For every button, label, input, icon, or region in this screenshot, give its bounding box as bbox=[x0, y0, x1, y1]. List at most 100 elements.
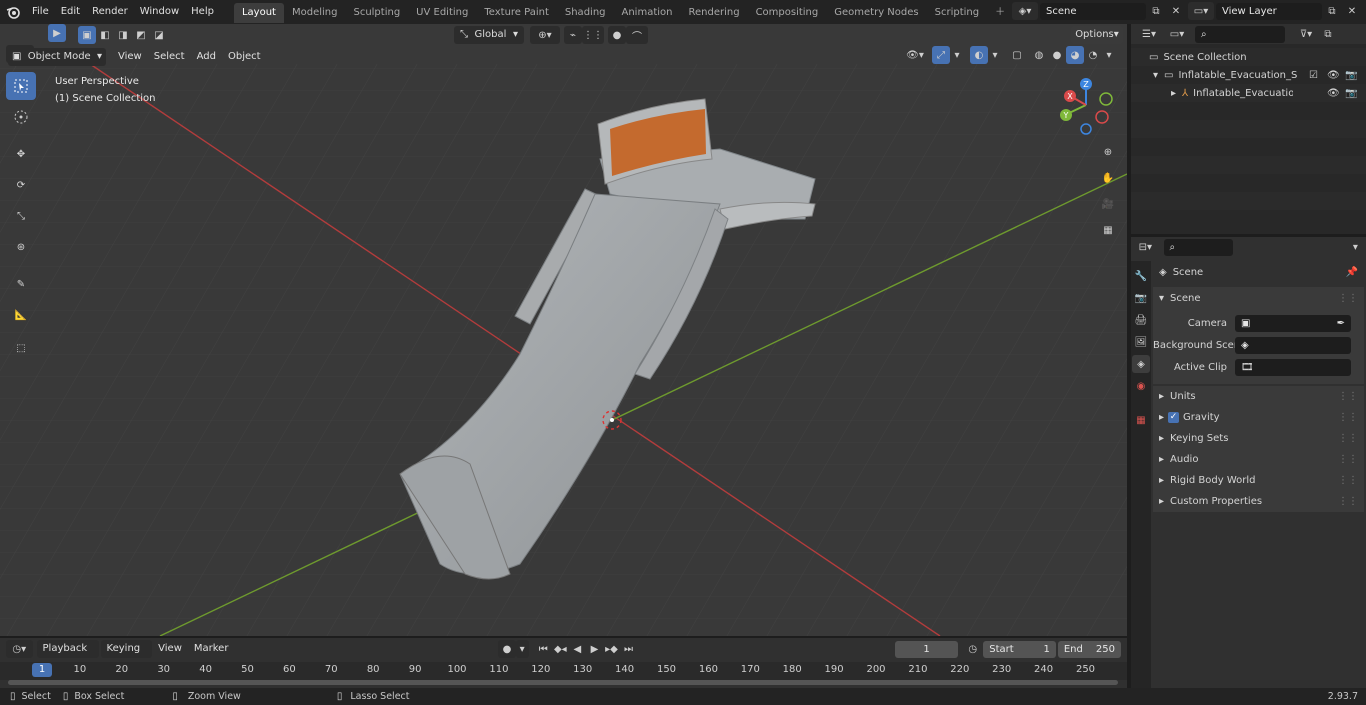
world-tab-icon[interactable]: ◉ bbox=[1132, 377, 1150, 395]
menu-file[interactable]: File bbox=[26, 1, 55, 23]
pivot-point-icon[interactable]: ⊕▾ bbox=[530, 26, 560, 44]
annotate-tool-icon[interactable]: ✎ bbox=[6, 270, 36, 298]
material-shading-icon[interactable]: ◕ bbox=[1066, 46, 1084, 64]
view-layer-icon[interactable]: ▭▾ bbox=[1188, 2, 1214, 20]
rendered-shading-icon[interactable]: ◔ bbox=[1084, 46, 1102, 64]
delete-view-layer-icon[interactable]: ✕ bbox=[1342, 2, 1362, 20]
mode-subtract-icon[interactable]: ◨ bbox=[114, 26, 132, 44]
snap-target-icon[interactable]: ⋮⋮ bbox=[582, 26, 604, 44]
orientation-dropdown[interactable]: ⤡ Global ▾ bbox=[454, 26, 524, 44]
preview-range-icon[interactable]: ◷ bbox=[964, 640, 981, 658]
cursor-tool-icon[interactable] bbox=[6, 103, 36, 131]
add-workspace-button[interactable]: ＋ bbox=[987, 3, 1013, 23]
zoom-icon[interactable]: ⊕ bbox=[1097, 141, 1119, 163]
transform-tool-icon[interactable]: ⊛ bbox=[6, 233, 36, 261]
scene-panel-header[interactable]: ▾ Scene ⋮⋮ bbox=[1153, 287, 1364, 309]
camera-view-icon[interactable]: 🎥 bbox=[1097, 193, 1119, 215]
render-camera-icon[interactable]: 📷 bbox=[1345, 70, 1357, 81]
visibility-eye-icon[interactable]: 👁 bbox=[1327, 70, 1340, 81]
scene-icon[interactable]: ◈▾ bbox=[1012, 2, 1038, 20]
camera-field[interactable]: ▣ ✒ bbox=[1235, 314, 1351, 332]
drag-handle-icon[interactable]: ⋮⋮ bbox=[1338, 293, 1358, 304]
properties-search-input[interactable]: ⌕ bbox=[1163, 238, 1233, 256]
gravity-panel-header[interactable]: ▸ ✓ Gravity ⋮⋮ bbox=[1153, 407, 1364, 428]
keyframe-type-icon[interactable]: ▾ bbox=[515, 640, 529, 658]
properties-editor-type-icon[interactable]: ⊟▾ bbox=[1135, 238, 1156, 256]
tab-compositing[interactable]: Compositing bbox=[748, 3, 827, 23]
tab-sculpting[interactable]: Sculpting bbox=[345, 3, 408, 23]
visibility-icon[interactable]: 👁▾ bbox=[900, 46, 930, 64]
marker-menu[interactable]: Marker bbox=[188, 638, 235, 660]
menu-render[interactable]: Render bbox=[86, 1, 134, 23]
3d-viewport[interactable]: ⤡Global▾ ⊕▾ ⌁ ⋮⋮ ● ⌒ Options▾ ⊞▾ ▶ ▣ ◧ ◨… bbox=[0, 24, 1127, 636]
viewport-menu-object[interactable]: Object bbox=[222, 46, 267, 68]
keying-menu[interactable]: Keying ▾ bbox=[100, 640, 153, 672]
gizmo-dropdown-icon[interactable]: ▾ bbox=[950, 46, 964, 64]
tab-layout[interactable]: Layout bbox=[233, 3, 284, 23]
include-checkbox-icon[interactable]: ☑ bbox=[1309, 70, 1318, 81]
outliner-search-input[interactable]: ⌕ bbox=[1195, 25, 1285, 43]
object-visibility-eye-icon[interactable]: 👁 bbox=[1327, 88, 1340, 99]
object-render-camera-icon[interactable]: 📷 bbox=[1345, 88, 1357, 99]
shading-dropdown-icon[interactable]: ▾ bbox=[1102, 46, 1116, 64]
mode-extend-icon[interactable]: ◧ bbox=[96, 26, 114, 44]
expand-chevron-icon[interactable]: ▾ bbox=[1153, 70, 1158, 81]
tab-rendering[interactable]: Rendering bbox=[680, 3, 747, 23]
eyedropper-icon[interactable]: ✒ bbox=[1337, 315, 1345, 332]
tab-scripting[interactable]: Scripting bbox=[927, 3, 987, 23]
expand-arrow-icon[interactable]: ▸ bbox=[1171, 88, 1176, 99]
outliner-editor-type-icon[interactable]: ☰▾ bbox=[1135, 25, 1163, 43]
pan-hand-icon[interactable]: ✋ bbox=[1097, 167, 1119, 189]
frame-ruler[interactable]: 1 10 20 30 40 50 60 70 80 90 100 110 120 130 140 150 160… bbox=[0, 662, 1127, 680]
tab-animation[interactable]: Animation bbox=[614, 3, 681, 23]
audio-panel-header[interactable]: ▸ Audio ⋮⋮ bbox=[1153, 449, 1364, 470]
snap-icon[interactable]: ⌁ bbox=[564, 26, 582, 44]
end-frame-field[interactable]: End 250 bbox=[1057, 640, 1121, 658]
move-tool-icon[interactable]: ✥ bbox=[6, 140, 36, 168]
tab-modeling[interactable]: Modeling bbox=[284, 3, 346, 23]
outliner-row-object[interactable]: ▸ ⅄ Inflatable_Evacuation_Sli 👁 📷 bbox=[1131, 84, 1366, 102]
menu-edit[interactable]: Edit bbox=[55, 1, 86, 23]
delete-scene-icon[interactable]: ✕ bbox=[1166, 2, 1186, 20]
view-layer-tab-icon[interactable]: 🖼 bbox=[1132, 333, 1150, 351]
ortho-grid-icon[interactable]: ▦ bbox=[1097, 219, 1119, 241]
tool-tab-icon[interactable]: 🔧 bbox=[1132, 267, 1150, 285]
record-icon[interactable]: ● bbox=[498, 640, 516, 658]
outliner-row-collection[interactable]: ▾ ▭ Inflatable_Evacuation_Slide_V ☑ 👁 📷 bbox=[1131, 66, 1366, 84]
options-button[interactable]: Options ▾ bbox=[1071, 26, 1123, 44]
wireframe-shading-icon[interactable]: ◍ bbox=[1030, 46, 1048, 64]
timeline-view-menu[interactable]: View bbox=[152, 638, 188, 660]
current-frame-field[interactable]: 1 bbox=[895, 640, 959, 658]
falloff-icon[interactable]: ⌒ bbox=[626, 26, 648, 44]
play-icon[interactable]: ▶ bbox=[586, 640, 603, 658]
add-cube-tool-icon[interactable]: ⬚ bbox=[6, 334, 36, 362]
tab-uv-editing[interactable]: UV Editing bbox=[408, 3, 476, 23]
menu-window[interactable]: Window bbox=[134, 1, 185, 23]
tab-shading[interactable]: Shading bbox=[557, 3, 614, 23]
background-scene-field[interactable]: ◈ bbox=[1235, 336, 1351, 354]
mode-set-icon[interactable]: ▣ bbox=[78, 26, 96, 44]
menu-help[interactable]: Help bbox=[185, 1, 220, 23]
filter-icon[interactable]: ⊽▾ bbox=[1293, 25, 1319, 43]
output-tab-icon[interactable]: 🖨 bbox=[1132, 311, 1150, 329]
select-tweak-icon[interactable]: ▶ bbox=[48, 24, 66, 42]
viewport-menu-select[interactable]: Select bbox=[148, 46, 191, 68]
timeline-editor-type-icon[interactable]: ◷▾ bbox=[6, 640, 33, 658]
active-clip-field[interactable]: 🎞 bbox=[1235, 358, 1351, 376]
viewport-menu-add[interactable]: Add bbox=[191, 46, 222, 68]
select-box-tool-icon[interactable] bbox=[6, 72, 36, 100]
new-scene-icon[interactable]: ⧉ bbox=[1146, 2, 1166, 20]
playback-menu[interactable]: Playback ▾ bbox=[36, 640, 99, 672]
properties-options-icon[interactable]: ▾ bbox=[1349, 238, 1362, 256]
xray-icon[interactable]: ▢ bbox=[1008, 46, 1026, 64]
custom-properties-panel-header[interactable]: ▸ Custom Properties ⋮⋮ bbox=[1153, 491, 1364, 512]
keying-sets-panel-header[interactable]: ▸ Keying Sets ⋮⋮ bbox=[1153, 428, 1364, 449]
texture-tab-icon[interactable]: ▦ bbox=[1132, 411, 1150, 429]
new-view-layer-icon[interactable]: ⧉ bbox=[1322, 2, 1342, 20]
pin-icon[interactable]: 📌 bbox=[1346, 267, 1358, 278]
gravity-checkbox[interactable]: ✓ bbox=[1168, 412, 1180, 423]
play-reverse-icon[interactable]: ◀ bbox=[569, 640, 586, 658]
render-tab-icon[interactable]: 📷 bbox=[1132, 289, 1150, 307]
scale-tool-icon[interactable]: ⤡ bbox=[6, 202, 36, 230]
mode-intersect-icon[interactable]: ◪ bbox=[150, 26, 168, 44]
